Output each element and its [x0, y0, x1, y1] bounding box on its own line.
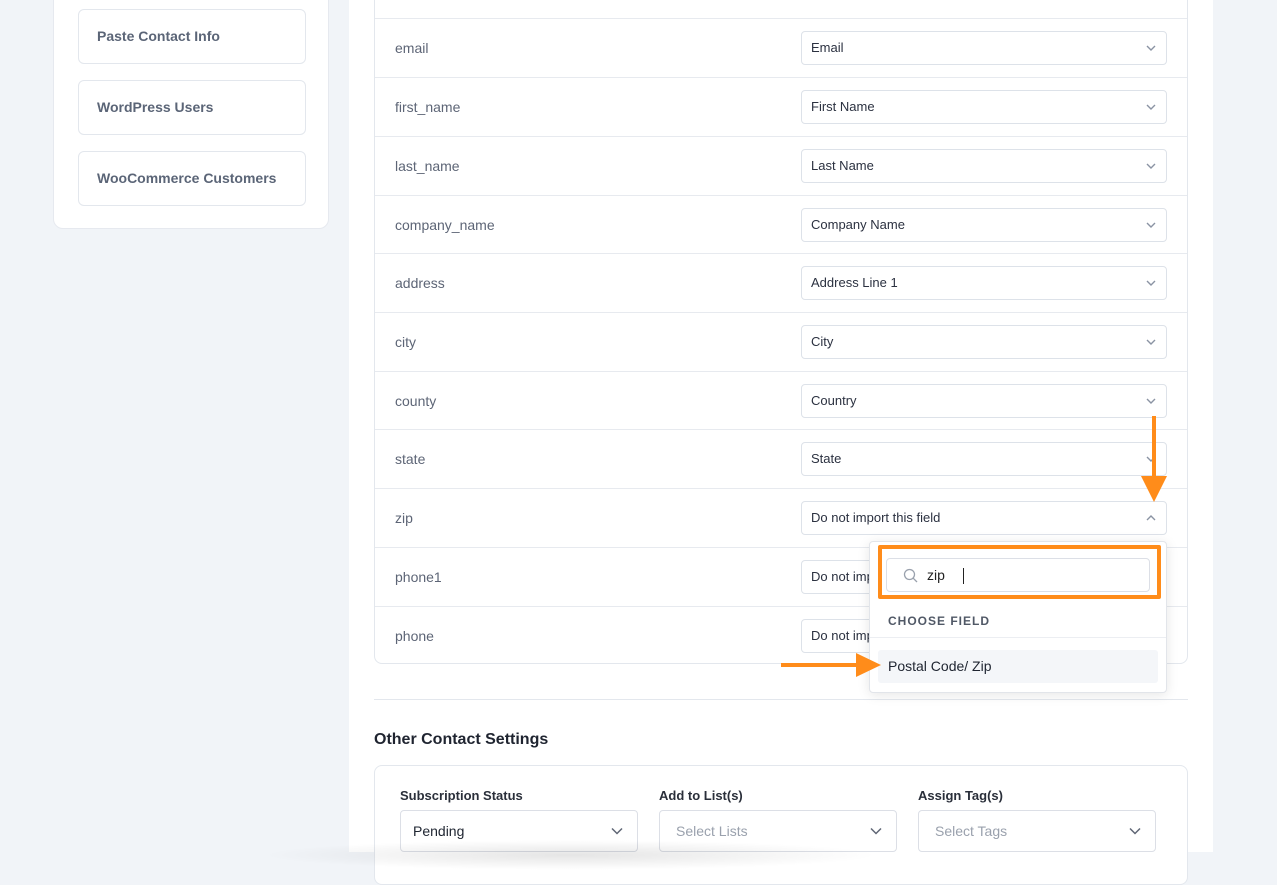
field-select-first-name[interactable]: First Name [801, 90, 1167, 124]
chevron-down-icon [1146, 397, 1156, 405]
section-divider [374, 699, 1188, 700]
subscription-status-label: Subscription Status [400, 788, 523, 803]
table-row: state State [375, 429, 1187, 488]
select-value: Company Name [811, 217, 905, 232]
chevron-down-icon [611, 827, 623, 835]
field-select-zip[interactable]: Do not import this field [801, 501, 1167, 535]
select-value: Last Name [811, 158, 874, 173]
chevron-up-icon [1146, 514, 1156, 522]
chevron-down-icon [870, 827, 882, 835]
chevron-down-icon [1146, 44, 1156, 52]
dropdown-separator [870, 637, 1166, 638]
csv-field-label: state [395, 451, 426, 467]
import-source-sidebar: Paste Contact Info WordPress Users WooCo… [53, 0, 329, 229]
chevron-down-icon [1146, 279, 1156, 287]
table-row: first_name First Name [375, 77, 1187, 136]
csv-field-label: first_name [395, 99, 461, 115]
field-select-county[interactable]: Country [801, 384, 1167, 418]
table-row: city City [375, 312, 1187, 371]
table-row: address Address Line 1 [375, 253, 1187, 312]
select-value: City [811, 334, 834, 349]
bottom-shadow [260, 840, 880, 870]
select-value: Email [811, 40, 844, 55]
chevron-down-icon [1146, 162, 1156, 170]
source-label: Paste Contact Info [97, 28, 220, 44]
source-label: WordPress Users [97, 99, 214, 115]
chevron-down-icon [1146, 338, 1156, 346]
table-row: zip Do not import this field [375, 488, 1187, 547]
select-value: Do not import this field [811, 510, 941, 525]
table-row: last_name Last Name [375, 136, 1187, 195]
csv-field-label: county [395, 393, 437, 409]
source-paste-contact-info[interactable]: Paste Contact Info [78, 9, 306, 64]
main-panel: email Email first_name First Name last_n… [349, 0, 1213, 885]
chevron-down-icon [1146, 455, 1156, 463]
source-wordpress-users[interactable]: WordPress Users [78, 80, 306, 135]
source-woocommerce-customers[interactable]: WooCommerce Customers [78, 151, 306, 206]
csv-field-label: company_name [395, 217, 495, 233]
csv-field-label: city [395, 334, 416, 350]
field-select-state[interactable]: State [801, 442, 1167, 476]
field-select-city[interactable]: City [801, 325, 1167, 359]
table-row: county Country [375, 371, 1187, 430]
chevron-down-icon [1146, 221, 1156, 229]
assign-tags-label: Assign Tag(s) [918, 788, 1003, 803]
table-row: email Email [375, 18, 1187, 77]
assign-tags-select[interactable]: Select Tags [918, 810, 1156, 852]
select-value: Pending [413, 823, 465, 839]
select-placeholder: Select Tags [935, 823, 1008, 839]
csv-field-label: phone1 [395, 569, 442, 585]
csv-field-label: email [395, 40, 429, 56]
choose-field-heading: CHOOSE FIELD [888, 614, 991, 628]
add-to-lists-label: Add to List(s) [659, 788, 743, 803]
csv-field-label: address [395, 275, 445, 291]
select-value: First Name [811, 99, 875, 114]
other-settings-title: Other Contact Settings [374, 731, 549, 748]
field-select-last-name[interactable]: Last Name [801, 149, 1167, 183]
chevron-down-icon [1129, 827, 1141, 835]
csv-field-label: zip [395, 510, 413, 526]
select-value: Address Line 1 [811, 275, 898, 290]
search-highlight-box [878, 545, 1161, 599]
select-value: Country [811, 393, 857, 408]
field-select-company-name[interactable]: Company Name [801, 208, 1167, 242]
csv-field-label: last_name [395, 158, 460, 174]
csv-field-label: phone [395, 628, 434, 644]
table-row: company_name Company Name [375, 195, 1187, 254]
option-postal-code-zip[interactable]: Postal Code/ Zip [878, 650, 1158, 683]
field-select-address[interactable]: Address Line 1 [801, 266, 1167, 300]
select-placeholder: Select Lists [676, 823, 748, 839]
source-label: WooCommerce Customers [97, 170, 277, 186]
field-select-email[interactable]: Email [801, 31, 1167, 65]
select-value: State [811, 451, 842, 466]
chevron-down-icon [1146, 103, 1156, 111]
